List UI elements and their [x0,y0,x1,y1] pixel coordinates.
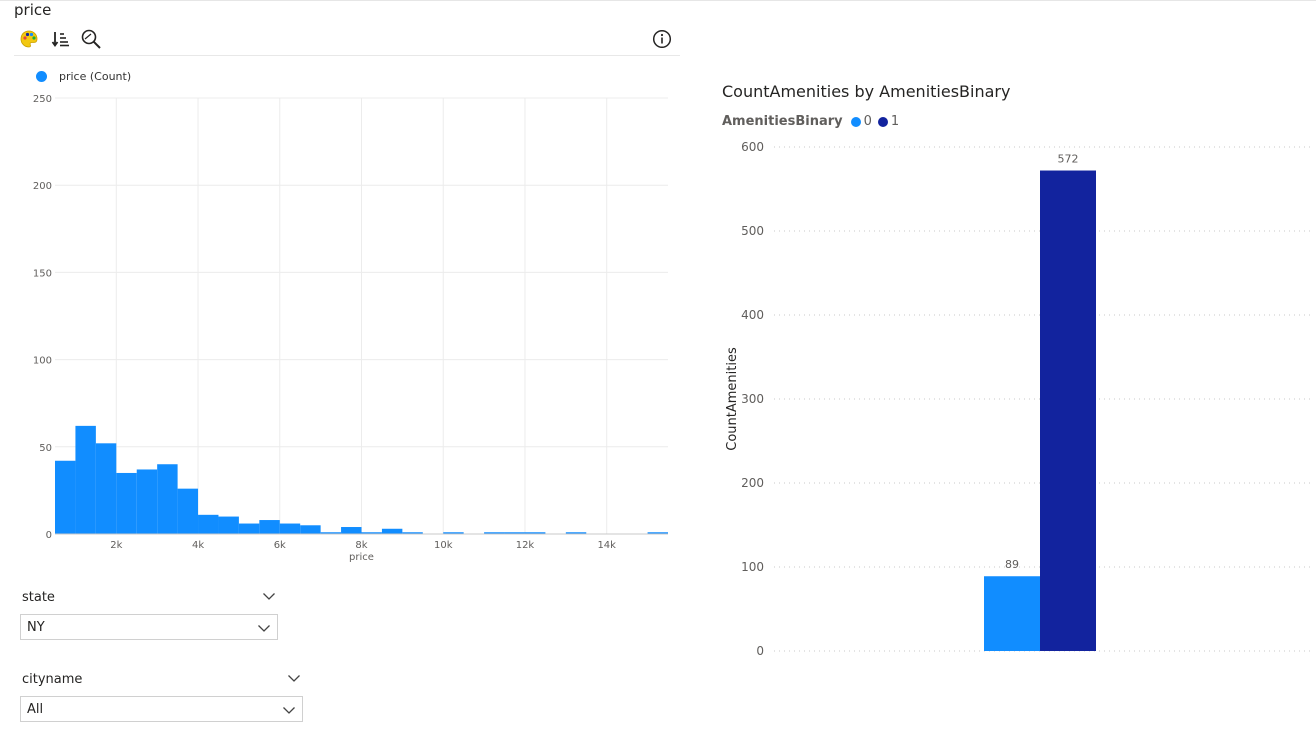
histogram-bar [218,516,239,534]
chevron-down-icon [258,625,270,632]
histogram-toolbar [18,28,680,52]
count-amenities-bar-chart: 0 100 200 300 400 500 600 CountAmenities 89 572 [725,140,1312,658]
histogram-bar [300,525,321,534]
legend-label: price (Count) [59,70,132,83]
y-tick-label: 250 [33,94,52,105]
y-tick-label: 100 [741,560,764,574]
price-histogram: 0 50 100 150 200 250 2k 4k 6k 8k 10k 12k 14k price [33,94,668,563]
histogram-bar [279,523,301,534]
bar-chart-legend: AmenitiesBinary 0 1 [722,114,905,129]
histogram-bar [198,514,219,534]
data-label: 572 [1058,153,1079,166]
zoom-icon[interactable] [80,28,102,50]
cityname-dropdown-value: All [27,702,44,717]
legend-swatch [877,116,888,127]
x-tick-label: 2k [110,540,122,551]
histogram-title: price [14,1,52,19]
state-dropdown-value: NY [27,620,45,635]
x-axis-title: price [349,552,374,563]
histogram-bar [116,472,137,534]
legend-item-0[interactable]: 0 [850,114,872,129]
y-tick-label: 600 [741,140,764,154]
legend-item-label: 1 [890,114,900,129]
histogram-bar [177,488,199,534]
toolbar-divider [14,55,680,56]
histogram-bar [238,523,260,534]
legend-swatch [36,71,47,82]
legend-item-label: 0 [863,114,872,129]
chevron-down-icon[interactable] [262,591,276,601]
histogram-bar [75,425,96,534]
y-tick-label: 200 [741,476,764,490]
histogram-bar [55,460,76,534]
y-tick-label: 500 [741,224,764,238]
y-axis-title: CountAmenities [725,347,740,451]
palette-icon[interactable] [18,28,40,50]
y-tick-label: 150 [33,268,52,279]
bar-1 [1040,170,1096,651]
x-tick-label: 12k [516,540,535,551]
y-tick-label: 0 [46,530,52,541]
x-tick-label: 6k [274,540,286,551]
top-border [0,0,1316,1]
cityname-dropdown[interactable]: All [20,696,303,722]
legend-title: AmenitiesBinary [722,114,843,129]
y-tick-label: 400 [741,308,764,322]
sort-icon[interactable] [50,28,72,50]
histogram-bar [136,469,158,534]
histogram-bar [157,464,178,534]
state-dropdown[interactable]: NY [20,614,278,640]
x-tick-label: 10k [434,540,453,551]
y-tick-label: 50 [39,443,52,454]
state-slicer-label: state [22,590,55,605]
y-tick-label: 300 [741,392,764,406]
x-tick-label: 8k [355,540,367,551]
histogram-bar [259,520,280,534]
cityname-slicer-label: cityname [22,672,83,687]
y-tick-label: 200 [33,181,52,192]
bar-0 [984,576,1040,651]
y-tick-label: 100 [33,356,52,367]
histogram-legend: price (Count) [36,70,131,83]
x-tick-label: 4k [192,540,204,551]
y-tick-label: 0 [756,644,764,658]
bar-chart-title: CountAmenities by AmenitiesBinary [722,82,1011,101]
histogram-bar [95,443,117,534]
legend-item-1[interactable]: 1 [877,114,900,129]
histogram-bar [381,528,403,534]
chevron-down-icon[interactable] [287,673,301,683]
legend-swatch [850,116,861,127]
x-tick-label: 14k [597,540,616,551]
chevron-down-icon [283,707,295,714]
info-icon[interactable] [651,28,673,50]
histogram-bar [341,527,362,534]
data-label: 89 [1005,558,1019,571]
